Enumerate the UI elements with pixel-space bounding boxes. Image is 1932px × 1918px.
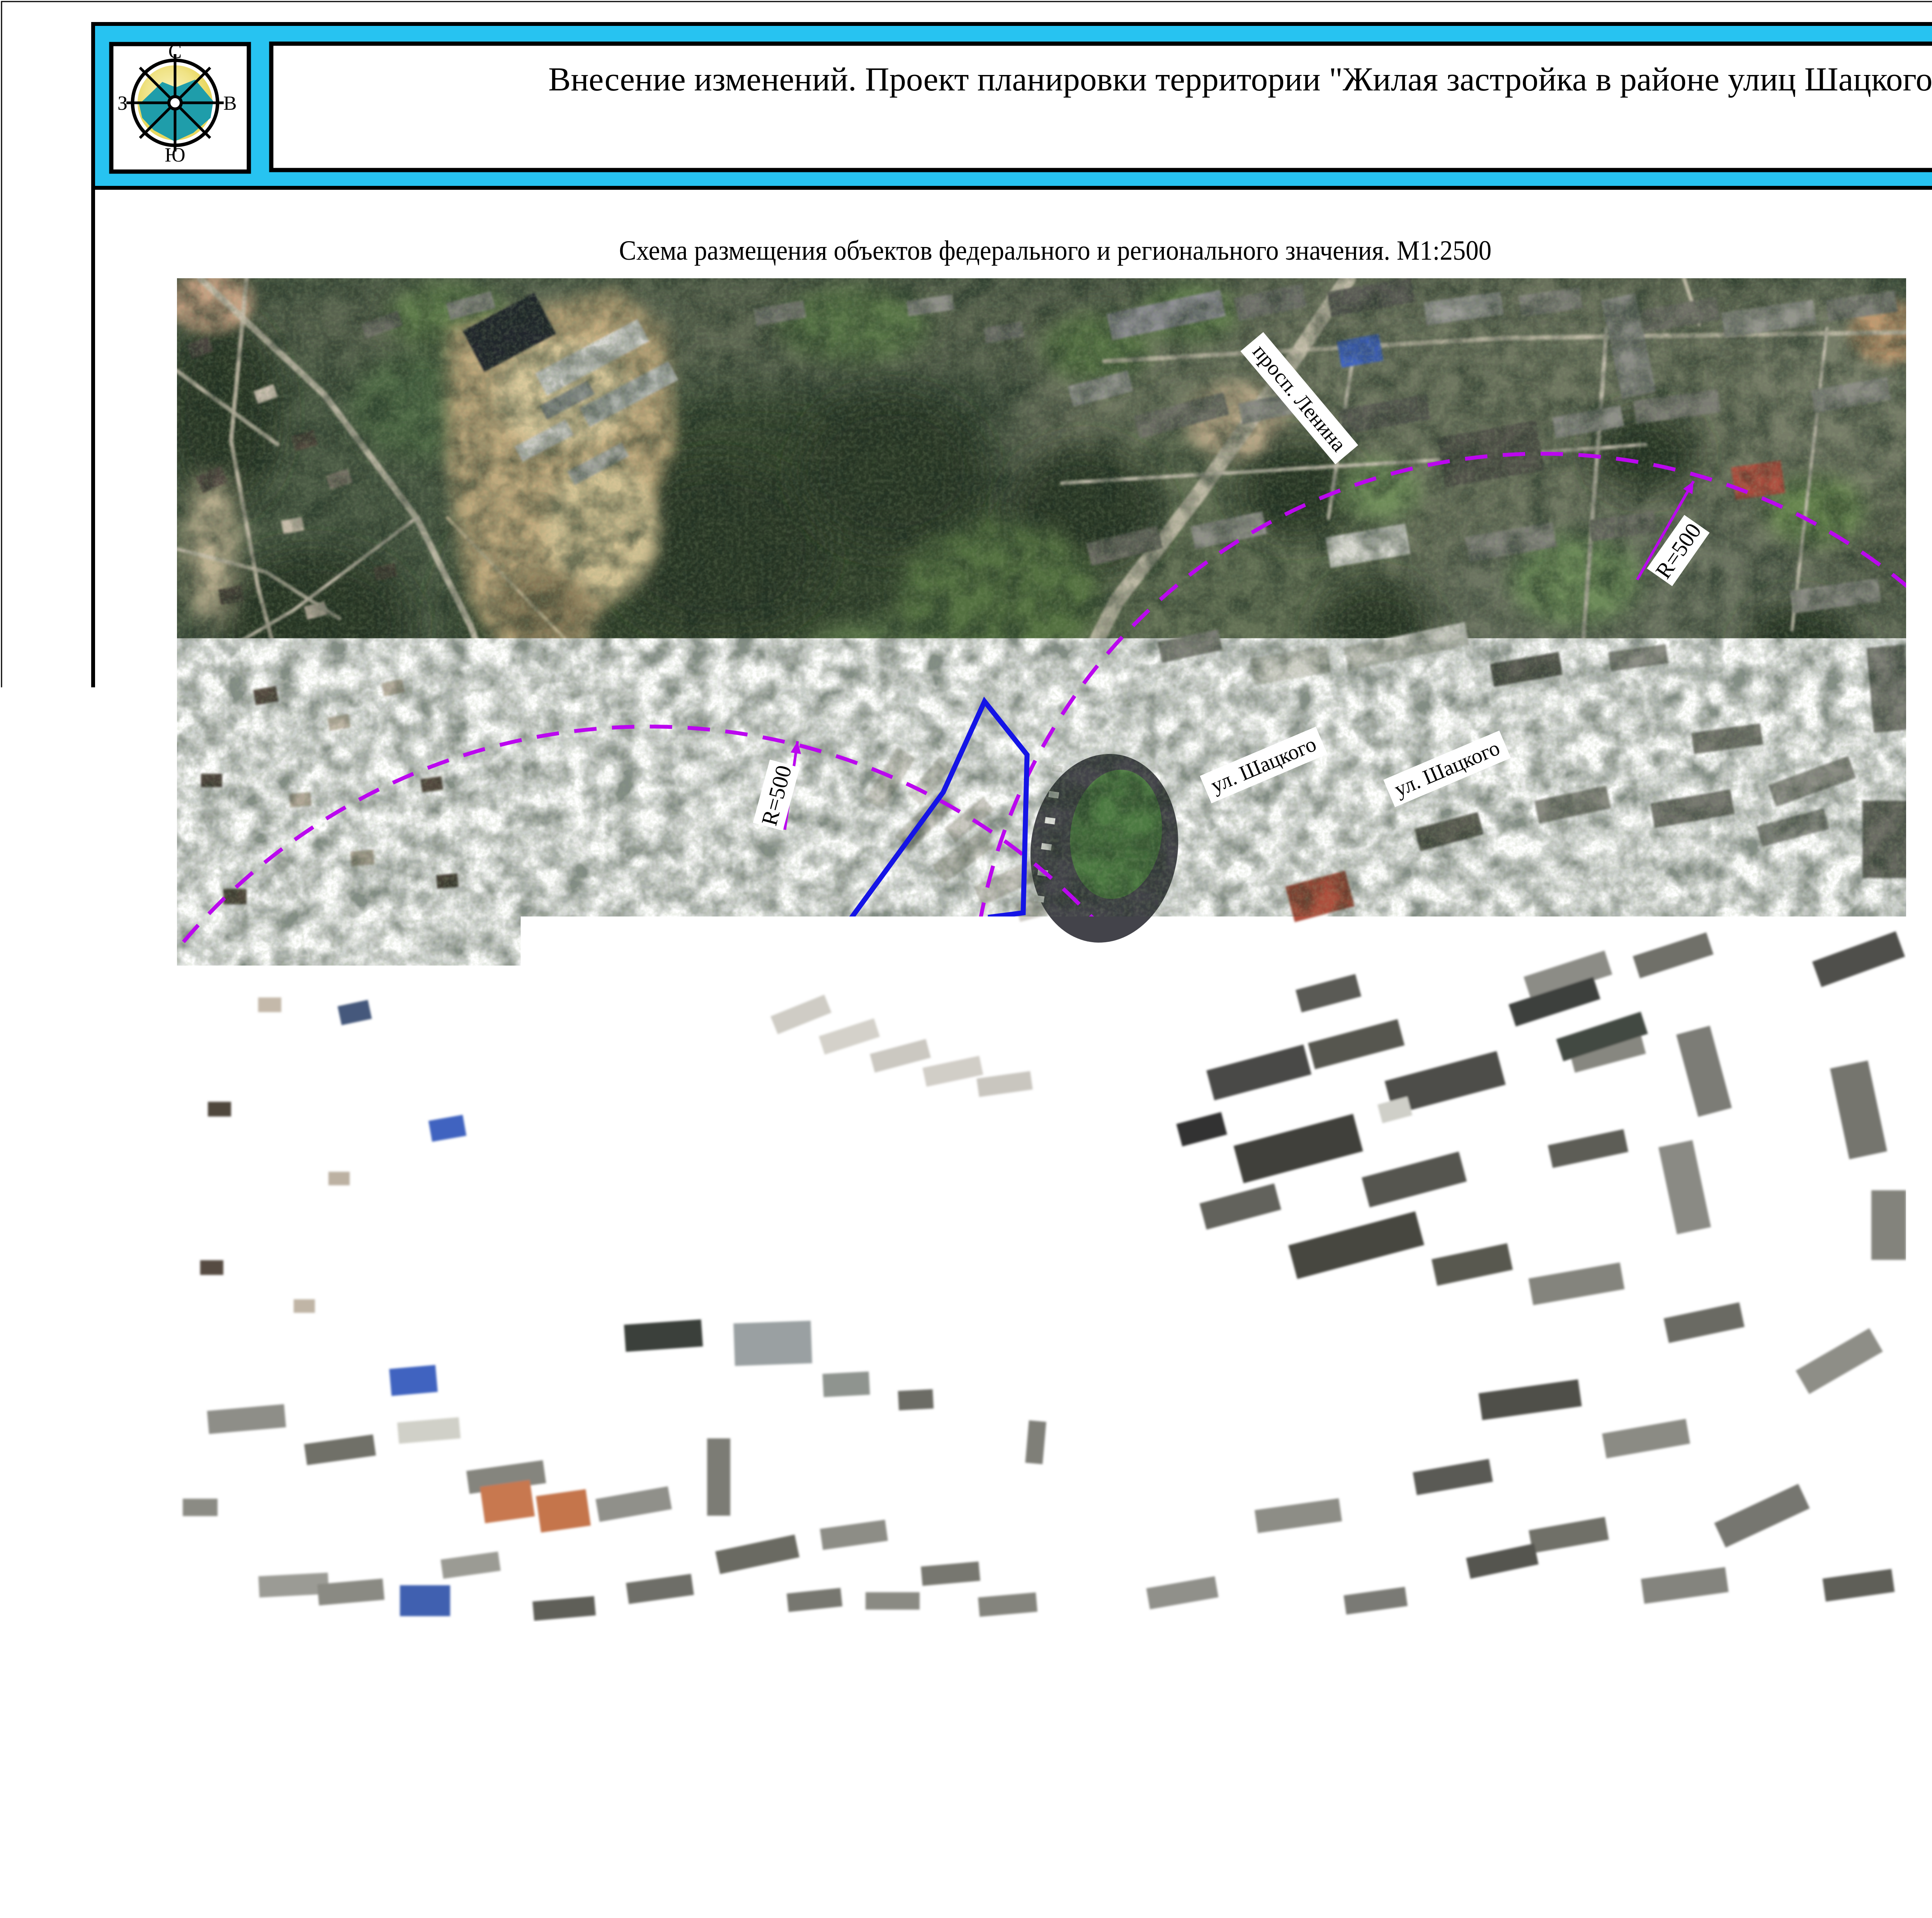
svg-text:Взам. инв. №: Взам. инв. № — [33, 1518, 52, 1613]
svg-text:Детский сад: Детский сад — [735, 1414, 847, 1438]
svg-text:ГИП: ГИП — [1848, 1858, 1884, 1878]
svg-text:Инв. № подл.: Инв. № подл. — [33, 1771, 52, 1868]
svg-text:В: В — [223, 92, 237, 114]
svg-text:1: 1 — [1119, 986, 1130, 1011]
svg-text:Школа №1: Школа №1 — [477, 1258, 575, 1282]
svg-text:635: 635 — [60, 1804, 80, 1832]
svg-text:Кол.уч.: Кол.уч. — [1888, 1740, 1932, 1756]
svg-text:З: З — [117, 92, 128, 114]
svg-text:ГАП: ГАП — [1848, 1833, 1883, 1853]
svg-text:Подп. и дата: Подп. и дата — [33, 1651, 52, 1741]
svg-text:Изм.: Изм. — [1849, 1739, 1881, 1757]
svg-text:Школа №5: Школа №5 — [1739, 955, 1837, 979]
svg-text:Внесение изменений. Проект пла: Внесение изменений. Проект планировки те… — [548, 60, 1932, 98]
svg-text:С: С — [168, 41, 182, 63]
svg-text:им.С.Т.Шацкого: им.С.Т.Шацкого — [452, 1285, 599, 1308]
svg-text:Ю: Ю — [165, 144, 185, 166]
svg-text:Провер.: Провер. — [1848, 1785, 1909, 1805]
svg-text:№4 Чебурашка: №4 Чебурашка — [723, 1441, 859, 1465]
svg-text:Разраб.: Разраб. — [1848, 1763, 1904, 1783]
svg-text:Схема размещения объектов феде: Схема размещения объектов федерального и… — [619, 235, 1492, 266]
